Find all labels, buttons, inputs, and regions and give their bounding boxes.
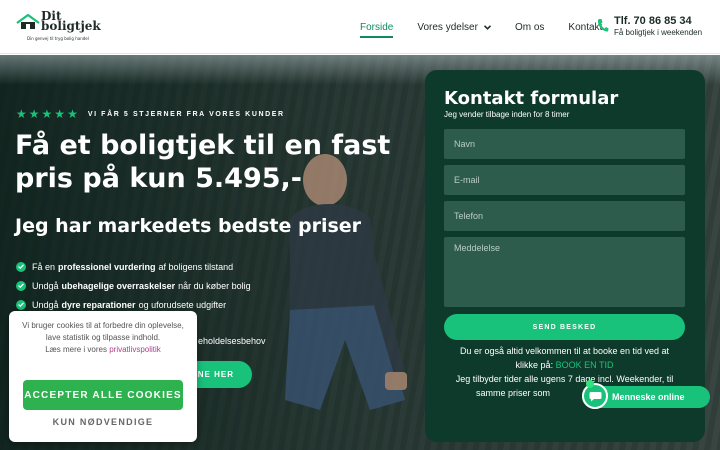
bullet-bold: dyre reparationer: [61, 299, 136, 310]
logo-line-2: boligtjek: [41, 19, 101, 33]
list-item: Få en professionel vurdering af boligens…: [16, 257, 251, 276]
booking-note-line-2: klikke på: BOOK EN TID: [444, 358, 685, 372]
chat-label: Menneske online: [612, 392, 685, 402]
bullet-partial-text: eholdelsesbehov: [198, 336, 266, 346]
message-field[interactable]: [444, 237, 685, 307]
check-icon: [16, 261, 26, 272]
nav-item-label: Om os: [514, 21, 545, 33]
phone-icon: [597, 19, 609, 32]
logo-tagline: Din genvej til tryg bolig handel: [27, 36, 89, 41]
site-header: Dit boligtjek Din genvej til tryg bolig …: [0, 0, 720, 54]
cookie-line-3-prefix: Læs mere i vores: [45, 345, 107, 354]
form-subtitle: Jeg vender tilbage inden for 8 timer: [444, 110, 570, 119]
main-nav: Forside Vores ydelser Om os Kontakt: [360, 0, 626, 54]
logo[interactable]: Dit boligtjek Din genvej til tryg bolig …: [16, 10, 106, 44]
rating-label: VI FÅR 5 STJERNER FRA VORES KUNDER: [87, 110, 285, 118]
nav-item-label: Forside: [360, 21, 394, 33]
bullet-post: når du køber bolig: [178, 280, 251, 291]
hero-headline: Få et boligtjek til en fast pris på kun …: [15, 130, 391, 194]
cookie-line-2: lave statistik og tilpasse indhold.: [45, 333, 161, 342]
phone-field[interactable]: [444, 201, 685, 231]
bullet-pre: Få en: [32, 261, 56, 272]
bullet-post: af boligens tilstand: [158, 261, 234, 272]
check-icon: [16, 280, 26, 291]
check-icon: [16, 299, 26, 310]
chevron-down-icon: [483, 24, 491, 30]
privacy-policy-link[interactable]: privatlivspolitik: [109, 345, 161, 354]
rating-stars: ★ ★ ★ ★ ★ VI FÅR 5 STJERNER FRA VORES KU…: [16, 108, 285, 120]
nav-item-forside[interactable]: Forside: [360, 0, 394, 54]
chat-bubble-icon[interactable]: [582, 383, 608, 409]
hero-subheadline: Jeg har markedets bedste priser: [15, 215, 362, 237]
cookie-message: Vi bruger cookies til at forbedre din op…: [17, 320, 189, 356]
star-icon: ★: [54, 107, 66, 121]
cookie-line-1: Vi bruger cookies til at forbedre din op…: [22, 321, 184, 330]
star-icon: ★: [28, 107, 40, 121]
header-phone[interactable]: Tlf. 70 86 85 34 Få boligtjek i weekende…: [596, 14, 716, 40]
phone-number: Tlf. 70 86 85 34: [614, 15, 692, 27]
page: Dit boligtjek Din genvej til tryg bolig …: [0, 0, 720, 450]
bullet-bold: ubehagelige overraskelser: [61, 280, 176, 291]
cookie-line-3: Læs mere i vores privatlivspolitik: [17, 344, 189, 356]
form-title: Kontakt formular: [444, 88, 619, 109]
accept-all-cookies-button[interactable]: ACCEPTER ALLE COOKIES: [23, 380, 183, 410]
email-field[interactable]: [444, 165, 685, 195]
bullet-pre: Undgå: [32, 280, 59, 291]
logo-wordmark: Dit boligtjek: [41, 10, 101, 33]
bullet-post: og uforudsete udgifter: [138, 299, 227, 310]
online-status-dot: [586, 380, 594, 388]
send-button[interactable]: SEND BESKED: [444, 314, 685, 340]
house-logo-icon: [16, 14, 40, 29]
bullet-bold: professionel vurdering: [58, 261, 156, 272]
nav-item-om-os[interactable]: Om os: [515, 0, 544, 54]
name-field[interactable]: [444, 129, 685, 159]
book-link[interactable]: BOOK EN TID: [556, 360, 614, 370]
booking-note-prefix: klikke på:: [515, 360, 554, 370]
star-icon: ★: [67, 107, 78, 121]
list-item: Undgå ubehagelige overraskelser når du k…: [16, 276, 251, 295]
benefit-list: Få en professionel vurdering af boligens…: [16, 257, 251, 314]
necessary-only-button[interactable]: KUN NØDVENDIGE: [23, 417, 183, 431]
nav-item-vores-ydelser[interactable]: Vores ydelser: [417, 0, 491, 54]
cookie-banner: Vi bruger cookies til at forbedre din op…: [9, 311, 197, 442]
booking-note-line-3: Jeg tilbyder tider alle ugens 7 dage inc…: [455, 374, 674, 384]
phone-subtitle: Få boligtjek i weekenden: [614, 28, 703, 37]
bullet-pre: Undgå: [32, 299, 59, 310]
booking-note-line-1: Du er også altid velkommen til at booke …: [459, 346, 670, 356]
star-icon: ★: [16, 107, 27, 121]
star-icon: ★: [41, 107, 53, 121]
nav-item-label: Vores ydelser: [417, 21, 478, 33]
